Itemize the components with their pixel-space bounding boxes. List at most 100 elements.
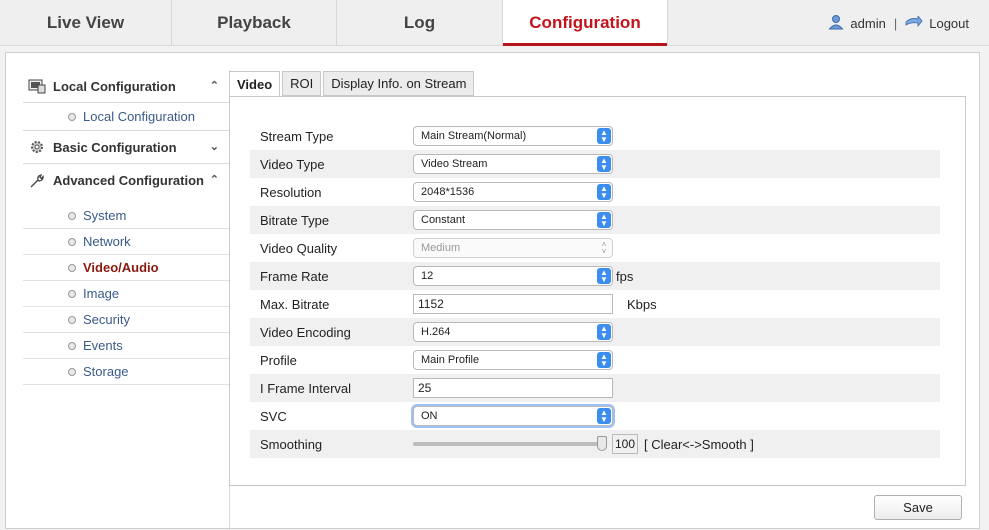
tab-roi[interactable]: ROI [282,71,322,96]
smoothing-note: [ Clear<->Smooth ] [644,436,754,452]
main-panel: Local Configuration ⌃ Local Configuratio… [5,52,980,530]
video-type-label: Video Type [260,156,325,172]
sidebar-group-advanced[interactable]: Advanced Configuration ⌃ [23,164,229,197]
max-bitrate-label: Max. Bitrate [260,296,330,312]
resolution-select[interactable]: 2048*1536 ▲ ▼ [413,182,613,202]
row-stream-type: Stream Type Main Stream(Normal) ▲ ▼ [250,122,940,150]
sidebar: Local Configuration ⌃ Local Configuratio… [23,70,230,530]
select-arrows-icon: ▲ ▼ [597,324,611,340]
sidebar-item-label: Video/Audio [83,260,159,275]
video-type-value: Video Stream [421,158,488,170]
max-bitrate-input[interactable]: 1152 [413,294,613,314]
sidebar-item-network[interactable]: Network [23,229,229,255]
row-video-quality: Video Quality Medium ˄ ˅ [250,234,940,262]
video-type-select[interactable]: Video Stream ▲ ▼ [413,154,613,174]
bullet-icon [68,341,76,350]
max-bitrate-value: 1152 [418,297,444,311]
video-quality-select: Medium ˄ ˅ [413,238,613,258]
i-frame-label: I Frame Interval [260,380,352,396]
smoothing-value-input[interactable]: 100 [612,434,638,454]
row-video-type: Video Type Video Stream ▲ ▼ [250,150,940,178]
sidebar-group-local[interactable]: Local Configuration ⌃ [23,70,229,103]
bitrate-type-select[interactable]: Constant ▲ ▼ [413,210,613,230]
frame-rate-label: Frame Rate [260,268,329,284]
bullet-icon [68,211,76,220]
sidebar-item-system[interactable]: System [23,203,229,229]
bullet-icon [68,263,76,272]
select-arrows-icon: ▲ ▼ [597,352,611,368]
smoothing-slider-track[interactable] [413,442,603,446]
tab-log[interactable]: Log [337,0,503,46]
profile-select[interactable]: Main Profile ▲ ▼ [413,350,613,370]
select-arrows-icon: ▲ ▼ [597,128,611,144]
video-encoding-label: Video Encoding [260,324,351,340]
smoothing-slider-thumb[interactable] [597,436,607,451]
bullet-icon [68,289,76,298]
resolution-label: Resolution [260,184,322,200]
local-config-icon [27,77,47,95]
chevron-up-icon[interactable]: ⌃ [210,79,219,92]
tab-live-view[interactable]: Live View [0,0,172,46]
resolution-value: 2048*1536 [421,186,475,198]
row-svc: SVC ON ▲ ▼ [250,402,940,430]
bullet-icon [68,237,76,246]
gear-icon [27,138,47,156]
sidebar-item-video-audio[interactable]: Video/Audio [23,255,229,281]
sidebar-item-events[interactable]: Events [23,333,229,359]
bitrate-type-label: Bitrate Type [260,212,330,228]
select-arrows-icon: ▲ ▼ [597,408,611,424]
tab-display-info[interactable]: Display Info. on Stream [323,71,475,96]
svc-select[interactable]: ON ▲ ▼ [413,406,613,426]
select-arrows-icon: ▲ ▼ [597,156,611,172]
row-smoothing: Smoothing 100 [ Clear<->Smooth ] [250,430,940,458]
bullet-icon [68,112,76,121]
tab-video[interactable]: Video [229,71,281,97]
select-arrows-icon: ▲ ▼ [597,184,611,200]
chevron-up-icon[interactable]: ⌃ [210,173,219,186]
bullet-icon [68,315,76,324]
stream-type-value: Main Stream(Normal) [421,130,527,142]
tab-playback[interactable]: Playback [172,0,337,46]
sidebar-group-local-label: Local Configuration [53,78,176,94]
sidebar-item-label: Image [83,286,120,301]
sidebar-item-local-configuration[interactable]: Local Configuration [23,103,229,131]
row-resolution: Resolution 2048*1536 ▲ ▼ [250,178,940,206]
sidebar-group-basic[interactable]: Basic Configuration ⌄ [23,131,229,164]
sidebar-item-label: Security [83,312,130,327]
profile-value: Main Profile [421,354,480,366]
sidebar-item-storage[interactable]: Storage [23,359,229,385]
logout-icon[interactable] [905,14,923,31]
video-encoding-value: H.264 [421,326,451,338]
profile-label: Profile [260,352,297,368]
sidebar-item-label: Storage [83,364,129,379]
username: admin [850,15,886,31]
sidebar-group-advanced-label: Advanced Configuration [53,173,204,188]
bullet-icon [68,367,76,376]
i-frame-input[interactable]: 25 [413,378,613,398]
frame-rate-select[interactable]: 12 ▲ ▼ [413,266,613,286]
video-quality-value: Medium [421,242,461,254]
chevron-down-icon[interactable]: ⌄ [210,140,219,153]
i-frame-value: 25 [418,381,432,395]
frame-rate-value: 12 [421,270,434,282]
logout-link[interactable]: Logout [929,16,969,31]
row-i-frame-interval: I Frame Interval 25 [250,374,940,402]
row-max-bitrate: Max. Bitrate 1152 Kbps [250,290,940,318]
user-icon [828,14,844,33]
save-button[interactable]: Save [874,495,962,520]
sidebar-item-image[interactable]: Image [23,281,229,307]
svc-label: SVC [260,408,287,424]
video-quality-label: Video Quality [260,240,338,256]
stream-type-label: Stream Type [260,128,334,144]
video-encoding-select[interactable]: H.264 ▲ ▼ [413,322,613,342]
row-frame-rate: Frame Rate 12 ▲ ▼ fps [250,262,940,290]
user-area: admin | Logout [828,0,969,46]
separator: | [893,15,898,31]
max-bitrate-unit: Kbps [627,296,657,312]
smoothing-value: 100 [615,437,636,451]
sidebar-item-label: System [83,208,127,223]
tab-configuration[interactable]: Configuration [503,0,668,46]
select-arrows-icon: ˄ ˅ [601,240,607,256]
sidebar-item-security[interactable]: Security [23,307,229,333]
stream-type-select[interactable]: Main Stream(Normal) ▲ ▼ [413,126,613,146]
